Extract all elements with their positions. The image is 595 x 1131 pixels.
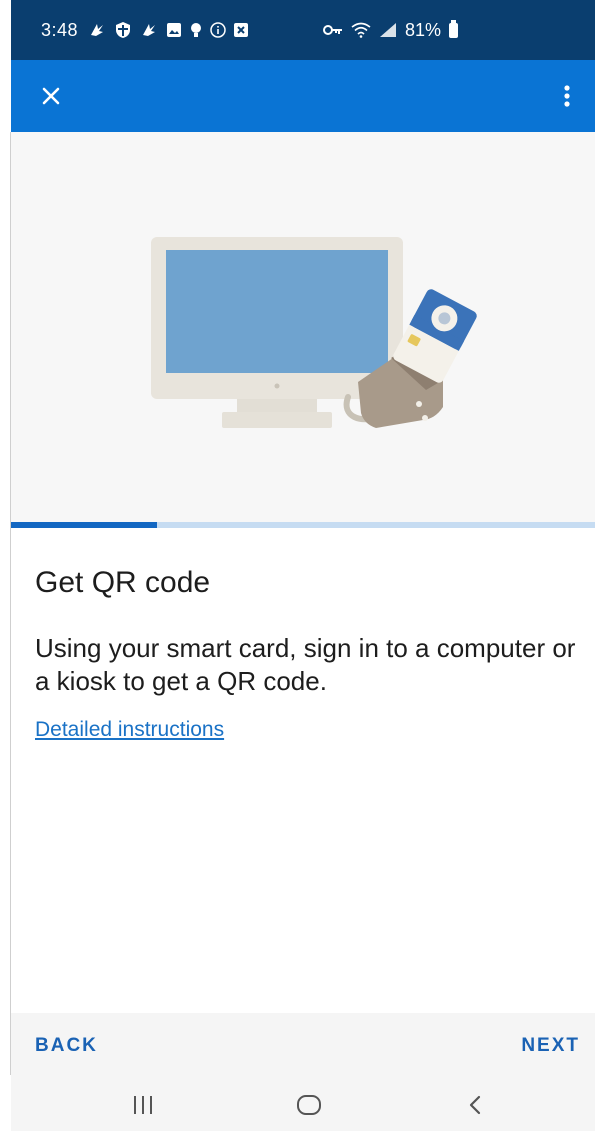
close-icon[interactable] xyxy=(33,78,69,114)
status-system-icons: 81% xyxy=(323,0,459,60)
battery-percentage: 81% xyxy=(405,19,442,40)
status-time: 3:48 xyxy=(41,19,79,40)
detailed-instructions-link[interactable]: Detailed instructions xyxy=(35,718,224,742)
instruction-text: Using your smart card, sign in to a comp… xyxy=(35,633,576,696)
info-icon xyxy=(210,22,226,38)
image-icon xyxy=(167,23,182,37)
more-vertical-icon[interactable] xyxy=(555,78,579,114)
shield-icon xyxy=(116,22,131,38)
back-nav-icon[interactable] xyxy=(466,1094,484,1116)
computer-smart-card-illustration xyxy=(151,237,477,428)
close-box-icon xyxy=(234,23,249,37)
vpn-key-icon xyxy=(323,25,342,35)
signal-icon xyxy=(380,23,396,37)
recent-apps-icon[interactable] xyxy=(132,1095,154,1115)
next-button[interactable]: NEXT xyxy=(521,1035,580,1057)
home-icon[interactable] xyxy=(296,1094,322,1116)
page-title: Get QR code xyxy=(35,566,211,599)
app-bar xyxy=(11,60,595,132)
notification-icon xyxy=(91,24,104,36)
wifi-icon xyxy=(351,22,371,38)
notification-icon xyxy=(143,24,156,36)
location-icon xyxy=(191,23,202,37)
system-navigation-bar xyxy=(11,1077,595,1131)
progress-fill xyxy=(11,522,157,528)
progress-bar xyxy=(11,522,595,528)
app-screen: 3:48 81% Get QR code Using your smart ca… xyxy=(0,0,595,1131)
action-bar: BACK NEXT xyxy=(11,1013,595,1077)
back-button[interactable]: BACK xyxy=(35,1035,98,1057)
illustration-panel xyxy=(11,132,595,522)
status-notification-icons xyxy=(88,21,249,39)
battery-icon xyxy=(449,19,459,38)
status-bar: 3:48 81% xyxy=(11,0,595,60)
screen-edge xyxy=(0,0,10,1131)
